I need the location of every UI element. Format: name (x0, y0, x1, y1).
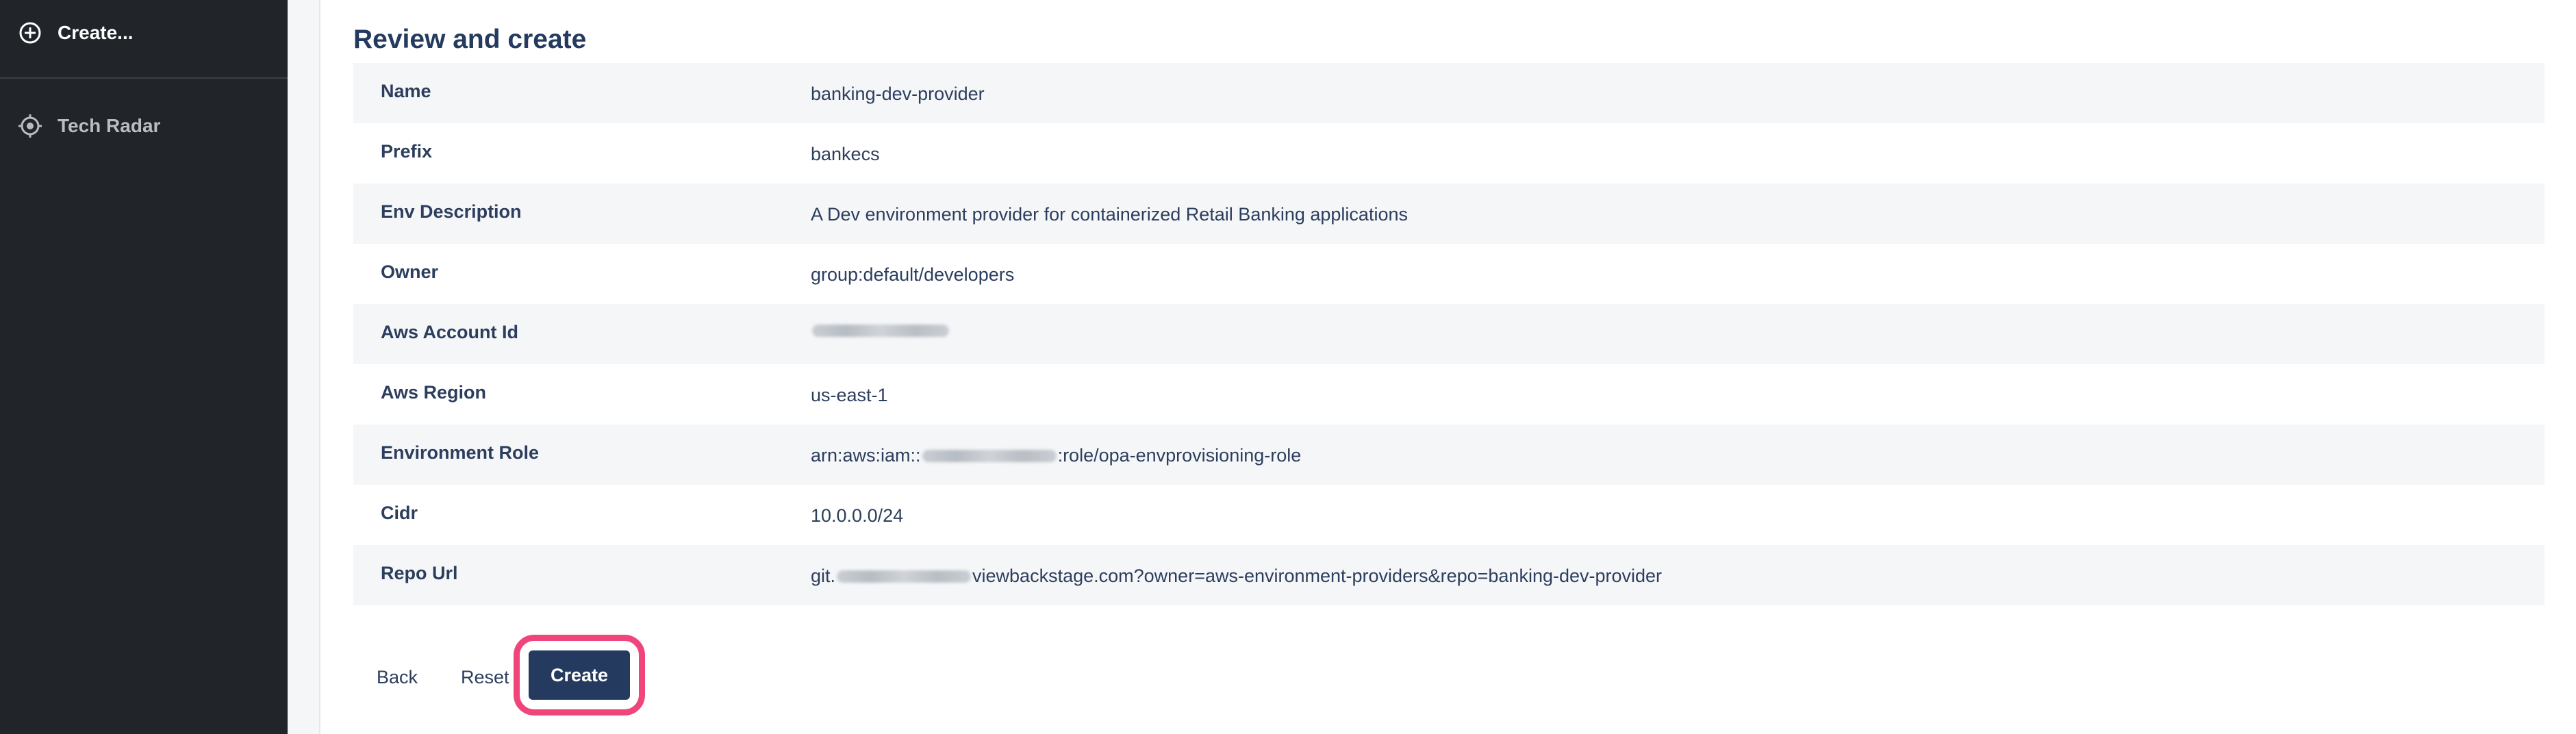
table-row: Prefix bankecs (353, 123, 2545, 184)
row-value-suffix: :role/opa-envprovisioning-role (1057, 445, 1302, 466)
back-button[interactable]: Back (377, 667, 418, 688)
row-value: arn:aws:iam:: :role/opa-envprovisioning-… (811, 445, 1301, 466)
table-row: Env Description A Dev environment provid… (353, 184, 2545, 244)
table-row: Repo Url git. viewbackstage.com?owner=aw… (353, 545, 2545, 605)
table-row: Environment Role arn:aws:iam:: :role/opa… (353, 425, 2545, 485)
row-label: Aws Region (381, 382, 487, 403)
radar-icon (18, 114, 42, 138)
sidebar-divider (0, 77, 288, 79)
row-value: banking-dev-provider (811, 84, 985, 104)
row-value: group:default/developers (811, 264, 1015, 285)
table-row: Name banking-dev-provider (353, 63, 2545, 123)
sidebar-item-label: Tech Radar (58, 115, 161, 136)
row-label: Name (381, 81, 431, 101)
sidebar-item-create[interactable]: Create... (0, 0, 288, 66)
row-value-prefix: git. (811, 566, 836, 586)
page-title: Review and create (353, 25, 587, 54)
row-label: Repo Url (381, 563, 458, 583)
table-row: Aws Account Id (353, 304, 2545, 364)
table-row: Owner group:default/developers (353, 244, 2545, 304)
row-label: Aws Account Id (381, 322, 519, 342)
add-circle-icon (18, 21, 42, 45)
create-button[interactable]: Create (529, 650, 630, 700)
row-value-suffix: viewbackstage.com?owner=aws-environment-… (972, 566, 1663, 586)
table-row: Cidr 10.0.0.0/24 (353, 485, 2545, 545)
review-table: Name banking-dev-provider Prefix bankecs… (353, 63, 2545, 605)
row-label: Environment Role (381, 442, 540, 463)
redacted-text (922, 449, 1057, 462)
sidebar-item-tech-radar[interactable]: Tech Radar (0, 93, 288, 159)
redacted-text (837, 570, 972, 583)
sidebar: Create... Tech Radar (0, 0, 288, 734)
row-value-prefix: arn:aws:iam:: (811, 445, 921, 466)
row-label: Env Description (381, 201, 522, 222)
reset-button[interactable]: Reset (461, 667, 509, 688)
row-value: 10.0.0.0/24 (811, 505, 904, 526)
row-label: Owner (381, 262, 439, 282)
table-row: Aws Region us-east-1 (353, 364, 2545, 425)
row-value-redacted (811, 325, 950, 337)
row-value: A Dev environment provider for container… (811, 204, 1408, 225)
row-value: git. viewbackstage.com?owner=aws-environ… (811, 566, 1662, 587)
row-value: us-east-1 (811, 385, 888, 405)
row-value: bankecs (811, 144, 880, 164)
row-label: Prefix (381, 141, 433, 162)
redacted-text (812, 325, 949, 337)
sidebar-item-label: Create... (58, 22, 134, 43)
row-label: Cidr (381, 503, 418, 523)
